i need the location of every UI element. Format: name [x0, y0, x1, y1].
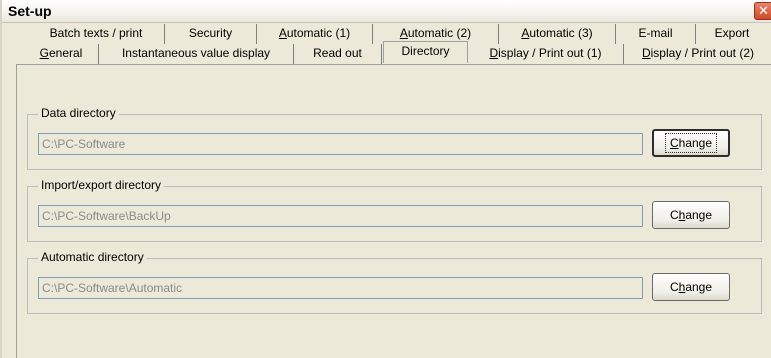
- tab-label: E-mail: [638, 26, 673, 40]
- tab-mnemonic: A: [278, 26, 287, 40]
- button-label: Change: [666, 202, 716, 228]
- tab-label: isplay / Print out (1): [498, 46, 602, 60]
- tab-mnemonic: D: [489, 46, 499, 60]
- button-text: hange: [678, 136, 713, 150]
- tab-directory[interactable]: Directory: [383, 41, 468, 63]
- tab-export[interactable]: Export: [696, 24, 768, 44]
- data-directory-label: Data directory: [38, 106, 119, 121]
- data-directory-group: Data directory C:\PC-Software Change: [27, 106, 762, 170]
- tab-mnemonic: G: [39, 46, 49, 60]
- tab-label: Read out: [313, 46, 362, 60]
- tab-general[interactable]: General: [24, 44, 99, 64]
- tab-mnemonic: D: [641, 46, 651, 60]
- import-export-directory-path-field[interactable]: C:\PC-Software\BackUp: [38, 205, 643, 227]
- tab-automatic-1[interactable]: Automatic (1): [257, 24, 373, 44]
- close-icon: ✕: [758, 3, 769, 18]
- button-label: Change: [666, 274, 716, 300]
- tab-label: Batch texts / print: [49, 26, 143, 40]
- setup-window: Set-up ✕ Batch texts / print Security Au…: [0, 0, 771, 358]
- tab-display-print-out-1[interactable]: Display / Print out (1): [468, 44, 624, 64]
- automatic-directory-path-field[interactable]: C:\PC-Software\Automatic: [38, 277, 643, 299]
- automatic-directory-label: Automatic directory: [38, 250, 147, 265]
- import-export-directory-group: Import/export directory C:\PC-Software\B…: [27, 178, 762, 242]
- import-export-directory-change-button[interactable]: Change: [652, 201, 730, 229]
- tab-label: eneral: [48, 46, 83, 60]
- tab-automatic-3[interactable]: Automatic (3): [499, 24, 616, 44]
- automatic-directory-group: Automatic directory C:\PC-Software\Autom…: [27, 250, 762, 314]
- tab-display-print-out-2[interactable]: Display / Print out (2): [624, 44, 771, 64]
- tab-batch-texts-print[interactable]: Batch texts / print: [28, 24, 165, 44]
- tab-e-mail[interactable]: E-mail: [616, 24, 696, 44]
- tab-label: Security: [188, 26, 233, 40]
- data-directory-path-field[interactable]: C:\PC-Software: [38, 133, 643, 155]
- tab-label: Export: [714, 26, 750, 40]
- tab-label: Directory: [401, 44, 450, 58]
- automatic-directory-change-button[interactable]: Change: [652, 273, 730, 301]
- button-label: Change: [664, 133, 718, 153]
- tab-label: isplay / Print out (2): [650, 46, 755, 60]
- tab-security[interactable]: Security: [165, 24, 257, 44]
- tab-label: utomatic (1): [286, 26, 351, 40]
- close-button[interactable]: ✕: [754, 2, 771, 20]
- button-text: C: [669, 280, 679, 294]
- button-text: ange: [685, 280, 713, 294]
- window-title: Set-up: [8, 3, 52, 19]
- title-bar: Set-up ✕: [2, 0, 771, 23]
- button-text: ange: [685, 208, 713, 222]
- import-export-directory-label: Import/export directory: [38, 178, 165, 193]
- data-directory-change-button[interactable]: Change: [652, 129, 730, 157]
- tab-mnemonic: A: [399, 26, 408, 40]
- tab-read-out[interactable]: Read out: [294, 44, 382, 64]
- tab-instantaneous-value-display[interactable]: Instantaneous value display: [99, 44, 294, 64]
- tab-label: Instantaneous value display: [121, 46, 271, 60]
- button-text: C: [669, 208, 679, 222]
- tab-label: utomatic (3): [529, 26, 593, 40]
- tab-label: utomatic (2): [407, 26, 472, 40]
- button-mnemonic: C: [669, 136, 679, 150]
